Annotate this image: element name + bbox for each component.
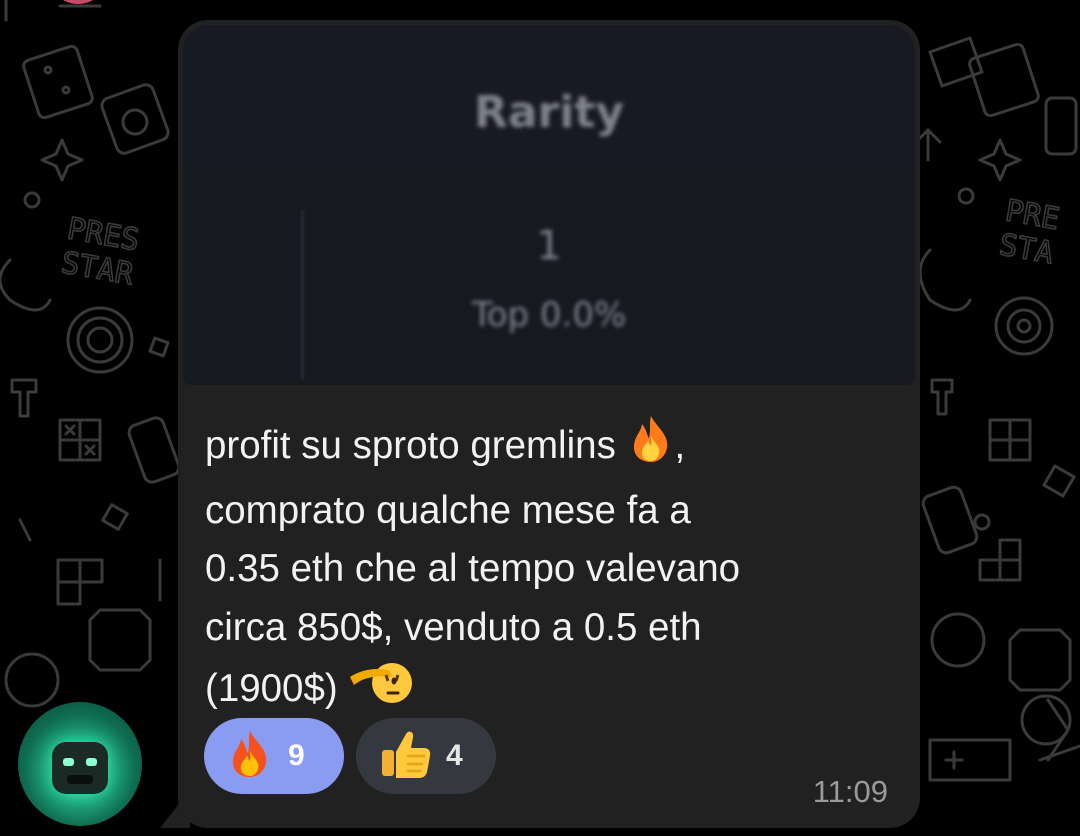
message-line-2: comprato qualche mese fa a: [205, 488, 691, 532]
message-line-1: profit su sproto gremlins: [205, 424, 616, 467]
image-top-percent: Top 0.0%: [471, 295, 627, 335]
reactions-bar: 9 4: [204, 718, 496, 794]
reaction-fire[interactable]: 9: [204, 718, 344, 794]
post-image[interactable]: Rarity 1 Top 0.0%: [183, 25, 915, 385]
image-heading: Rarity: [473, 87, 625, 138]
reaction-thumbs-up[interactable]: 4: [356, 718, 496, 794]
message-text: profit su sproto gremlins , comprato qua…: [205, 414, 895, 725]
image-rank: 1: [536, 223, 562, 269]
avatar-face: [52, 742, 108, 794]
message-timestamp: 11:09: [812, 774, 888, 809]
message-line-3: 0.35 eth che al tempo valevano: [205, 547, 741, 590]
avatar[interactable]: [18, 702, 142, 826]
saluting-face-emoji: [348, 657, 413, 725]
message-line-4: circa 850$, venduto a 0.5 eth: [205, 605, 702, 649]
message-line-1-comma: ,: [674, 424, 686, 467]
fire-emoji: [226, 728, 274, 784]
reaction-count: 9: [288, 739, 305, 772]
message-line-5: (1900$): [205, 667, 338, 710]
reaction-count: 4: [446, 739, 463, 772]
fire-emoji: [627, 414, 675, 482]
thumbs-up-emoji: [378, 728, 432, 784]
message-bubble[interactable]: Rarity 1 Top 0.0% profit su sproto greml…: [178, 20, 920, 828]
